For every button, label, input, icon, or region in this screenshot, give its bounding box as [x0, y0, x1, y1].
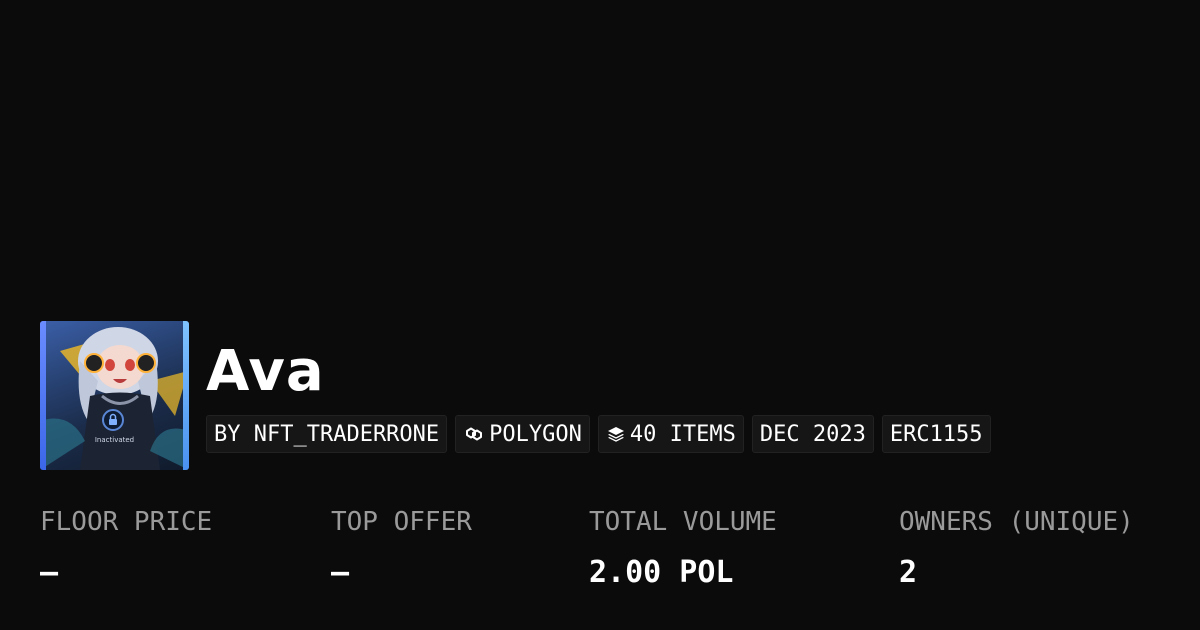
owners-stat: OWNERS (UNIQUE) 2 [899, 505, 1134, 593]
lock-icon [102, 409, 124, 431]
top-offer-value: – [331, 555, 350, 590]
collection-thumbnail[interactable]: Inactivated [40, 321, 189, 470]
chain-label: POLYGON [489, 421, 582, 447]
total-volume-value: 2.00 POL [589, 555, 734, 590]
owners-value: 2 [899, 555, 918, 590]
anime-artwork-image [40, 327, 189, 470]
items-tag[interactable]: 40 ITEMS [597, 415, 744, 453]
total-volume-stat: TOTAL VOLUME 2.00 POL [589, 505, 777, 593]
standard-label: ERC1155 [889, 421, 983, 447]
polygon-icon [463, 423, 485, 445]
floor-price-stat: FLOOR PRICE – [40, 505, 212, 593]
collection-card: Inactivated Ava BY NFT_TRADERRONE POLYGO… [0, 0, 1200, 630]
creator-label: BY NFT_TRADERRONE [214, 421, 440, 447]
thumbnail-caption: Inactivated [94, 436, 135, 444]
chain-tag[interactable]: POLYGON [455, 415, 590, 453]
owners-label: OWNERS (UNIQUE) [899, 507, 1134, 537]
layers-icon [606, 424, 626, 444]
date-label: DEC 2023 [759, 421, 866, 447]
creator-tag[interactable]: BY NFT_TRADERRONE [206, 415, 448, 453]
collection-tags: BY NFT_TRADERRONE POLYGON 40 ITEMS DEC 2… [206, 415, 991, 453]
floor-price-label: FLOOR PRICE [40, 507, 213, 537]
thumbnail-right-edge [183, 321, 189, 470]
floor-price-value: – [40, 555, 59, 590]
total-volume-label: TOTAL VOLUME [589, 507, 777, 537]
date-tag: DEC 2023 [751, 415, 874, 453]
items-label: 40 ITEMS [629, 421, 736, 447]
top-offer-stat: TOP OFFER – [331, 505, 472, 593]
collection-title: Ava [206, 339, 325, 404]
thumbnail-left-edge [40, 321, 46, 470]
top-offer-label: TOP OFFER [331, 507, 472, 537]
standard-tag: ERC1155 [881, 415, 991, 453]
